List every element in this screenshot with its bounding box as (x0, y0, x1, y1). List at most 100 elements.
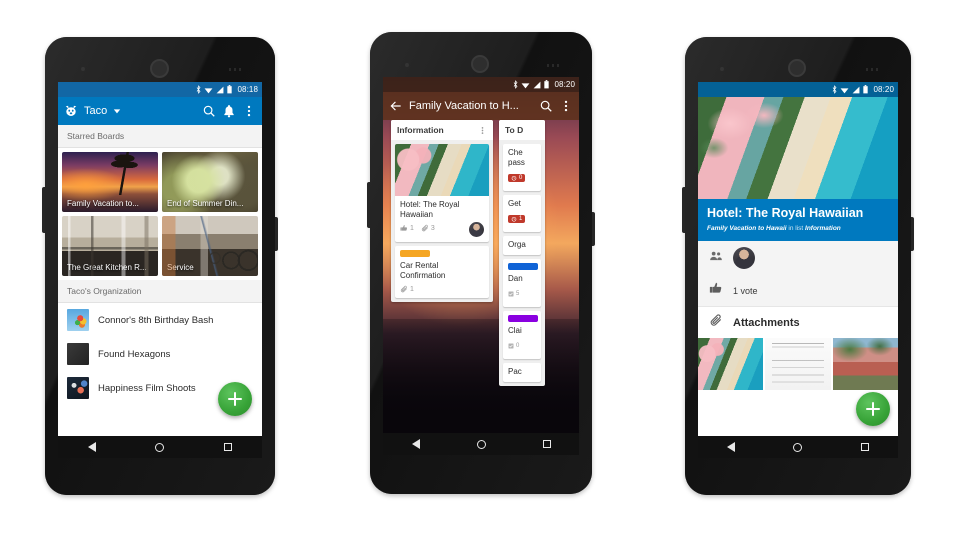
org-name-label[interactable]: Taco (84, 105, 107, 117)
wifi-icon (522, 82, 530, 88)
label-chip (508, 315, 538, 322)
volume-button[interactable] (682, 187, 685, 233)
add-attachment-fab[interactable] (856, 392, 890, 426)
battery-icon (863, 85, 869, 94)
section-header-starred: Starred Boards (58, 125, 262, 148)
bluetooth-icon (197, 85, 201, 94)
card-title: Orga (508, 240, 526, 249)
card-banner: Hotel: The Royal Hawaiian Family Vacatio… (698, 199, 898, 241)
app-bar: Taco (58, 97, 262, 125)
attachment-thumbnail[interactable] (832, 338, 898, 390)
card-breadcrumb: Family Vacation to Hawaii in list Inform… (707, 225, 889, 232)
caret-down-icon[interactable] (113, 107, 121, 115)
attachments-row[interactable]: Attachments (698, 306, 898, 338)
overflow-menu-icon[interactable] (242, 104, 256, 118)
power-button[interactable] (592, 212, 595, 246)
attachments-strip (698, 338, 898, 390)
board-thumbnail (67, 343, 89, 365)
card-pack[interactable]: Pac (503, 363, 541, 382)
power-button[interactable] (911, 217, 914, 251)
card-car-rental[interactable]: Car Rental Confirmation 1 (395, 246, 489, 298)
board-tile[interactable]: The Great Kitchen R... (62, 216, 158, 276)
thumbs-up-icon (400, 225, 408, 231)
starred-boards-grid: Family Vacation to... End of Summer Din.… (58, 148, 262, 280)
list-item[interactable]: Connor's 8th Birthday Bash (58, 303, 262, 337)
phone-board: 08:20 Family Vacation to H... Informatio… (367, 32, 595, 494)
home-circle-icon[interactable] (793, 442, 803, 452)
recents-square-icon[interactable] (860, 443, 869, 451)
recents-square-icon[interactable] (224, 443, 233, 451)
back-triangle-icon[interactable] (411, 439, 420, 449)
card-hotel[interactable]: Hotel: The Royal Hawaiian 1 3 (395, 144, 489, 242)
wifi-icon (205, 87, 213, 93)
breadcrumb-board[interactable]: Family Vacation to Hawaii (707, 225, 787, 232)
search-icon[interactable] (202, 104, 216, 118)
volume-button[interactable] (42, 187, 45, 233)
votes-row[interactable]: 1 vote (698, 275, 898, 306)
royal-hawaiian-aerial-photo (395, 144, 489, 196)
phone-screen: 08:18 Taco Starred Boards Family Vacatio… (58, 82, 262, 458)
signal-icon (853, 86, 860, 93)
royal-hawaiian-aerial-photo (698, 97, 898, 199)
member-avatar-icon[interactable] (468, 221, 485, 238)
member-avatar-icon[interactable] (733, 247, 755, 269)
board-tile[interactable]: End of Summer Din... (162, 152, 258, 212)
paperclip-icon (421, 224, 428, 232)
board-lists[interactable]: Information Hotel: The Royal Hawaiian 1 (383, 120, 579, 455)
breadcrumb-list[interactable]: Information (805, 225, 841, 232)
checklist-text: 5 (516, 291, 520, 297)
attachment-thumbnail[interactable] (765, 338, 831, 390)
list-todo[interactable]: To D Che pass 0 Get 1 Orga Dan 5 Clai 0 … (499, 120, 545, 386)
android-nav-bar (58, 436, 262, 458)
card-title: Che pass (508, 148, 525, 167)
recents-square-icon[interactable] (542, 440, 551, 448)
card-title: Dan (508, 274, 523, 283)
search-icon[interactable] (539, 99, 553, 113)
attachment-count: 3 (430, 224, 435, 232)
checkbox-icon (508, 291, 514, 297)
label-chip (400, 250, 430, 257)
card-dance[interactable]: Dan 5 (503, 259, 541, 307)
husky-avatar-icon[interactable] (64, 104, 78, 118)
back-triangle-icon[interactable] (87, 442, 96, 452)
earpiece (788, 59, 806, 77)
card-claim[interactable]: Clai 0 (503, 311, 541, 359)
section-header-organization: Taco's Organization (58, 280, 262, 303)
overflow-menu-icon[interactable] (559, 99, 573, 113)
board-tile[interactable]: Family Vacation to... (62, 152, 158, 212)
power-button[interactable] (275, 217, 278, 251)
card-get[interactable]: Get 1 (503, 195, 541, 232)
overflow-menu-icon[interactable] (478, 126, 487, 135)
signal-icon (534, 81, 541, 88)
home-circle-icon[interactable] (476, 439, 486, 449)
checklist-text: 0 (516, 343, 520, 349)
card-organize[interactable]: Orga (503, 236, 541, 255)
thumbs-up-icon (708, 281, 723, 300)
add-board-fab[interactable] (218, 382, 252, 416)
back-triangle-icon[interactable] (727, 442, 736, 452)
card-passport[interactable]: Che pass 0 (503, 144, 541, 191)
signal-icon (217, 86, 224, 93)
due-date-badge: 0 (508, 174, 526, 182)
status-time: 08:18 (237, 85, 258, 94)
back-arrow-icon[interactable] (389, 99, 403, 113)
members-row[interactable] (698, 241, 898, 275)
list-item[interactable]: Found Hexagons (58, 337, 262, 371)
proximity-sensor (229, 68, 243, 71)
list-information[interactable]: Information Hotel: The Royal Hawaiian 1 (391, 120, 493, 302)
card-title: Hotel: The Royal Hawaiian (707, 206, 864, 220)
earpiece (150, 59, 169, 78)
volume-button[interactable] (367, 182, 370, 228)
attachment-badge: 3 (421, 224, 435, 232)
home-circle-icon[interactable] (155, 442, 165, 452)
notifications-bell-icon[interactable] (222, 104, 236, 118)
vote-count: 1 (410, 224, 414, 232)
attachment-thumbnail[interactable] (698, 338, 764, 390)
list-item-label: Connor's 8th Birthday Bash (98, 314, 214, 326)
board-tile[interactable]: Service (162, 216, 258, 276)
board-tile-label: Family Vacation to... (67, 199, 139, 208)
board-thumbnail (67, 309, 89, 331)
plus-icon-vertical (234, 392, 236, 406)
front-camera-icon (81, 67, 85, 71)
label-chip (508, 263, 538, 270)
